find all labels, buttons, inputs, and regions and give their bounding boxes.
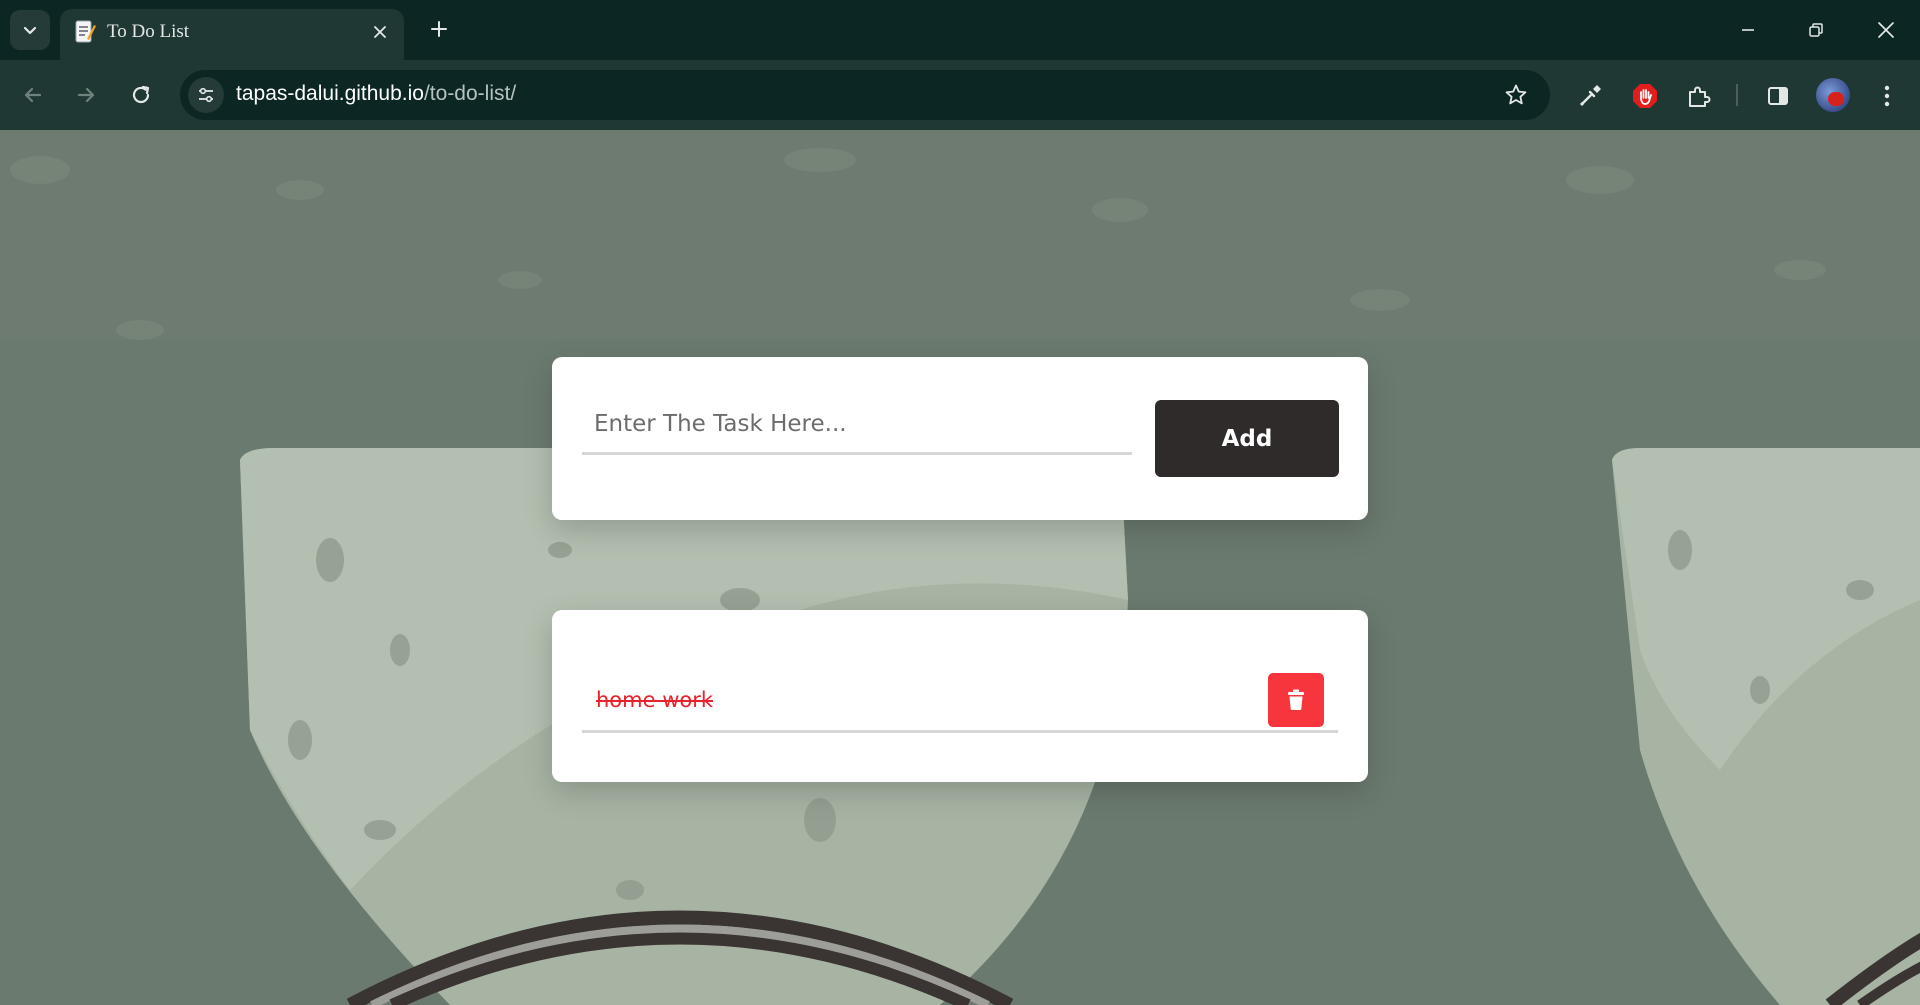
eyedropper-icon <box>1579 85 1601 107</box>
url-host: tapas-dalui.github.io <box>236 82 424 105</box>
avatar-image <box>1828 92 1844 106</box>
task-input-card: Add <box>552 357 1368 520</box>
document-favicon-icon <box>75 20 96 43</box>
puzzle-extension-icon <box>1689 86 1711 107</box>
window-close-icon <box>1878 22 1894 38</box>
window-close-button[interactable] <box>1862 10 1910 50</box>
reload-icon <box>132 85 150 104</box>
address-bar[interactable]: tapas-dalui.github.io/to-do-list/ <box>180 70 1550 120</box>
add-task-button[interactable]: Add <box>1155 400 1339 477</box>
delete-task-button[interactable] <box>1268 673 1324 727</box>
tab-search-button[interactable] <box>10 10 50 50</box>
profile-avatar[interactable] <box>1816 78 1850 112</box>
task-input[interactable] <box>582 395 1132 455</box>
forward-arrow-icon <box>77 87 95 103</box>
trash-icon <box>1288 689 1304 710</box>
task-text[interactable]: home work <box>596 688 713 712</box>
bookmark-star-button[interactable] <box>1502 81 1530 109</box>
url-text[interactable]: tapas-dalui.github.io/to-do-list/ <box>236 82 516 106</box>
restore-icon <box>1809 23 1823 37</box>
task-item[interactable]: home work <box>582 670 1338 733</box>
star-icon <box>1505 84 1527 105</box>
site-info-icon <box>199 87 213 103</box>
browser-tab-strip: To Do List <box>0 0 1920 60</box>
minimize-button[interactable] <box>1724 10 1772 50</box>
active-tab[interactable]: To Do List <box>60 9 404 60</box>
restore-button[interactable] <box>1792 10 1840 50</box>
tab-close-button[interactable] <box>368 20 392 44</box>
back-arrow-icon <box>24 87 42 103</box>
extensions-button[interactable] <box>1681 78 1717 114</box>
page-viewport: Add home work <box>0 130 1920 1005</box>
close-icon <box>374 26 386 38</box>
background-illustration <box>0 130 1920 1005</box>
toolbar-divider <box>1736 84 1738 106</box>
adblock-extension[interactable] <box>1627 78 1663 114</box>
site-info-button[interactable] <box>188 77 224 113</box>
tab-title: To Do List <box>107 21 190 42</box>
adblock-hand-icon <box>1633 84 1657 108</box>
tab-search-icon <box>23 26 37 35</box>
side-panel-icon <box>1768 87 1788 105</box>
reload-button[interactable] <box>121 75 161 115</box>
plus-icon <box>431 21 447 37</box>
more-vert-icon <box>1884 85 1890 107</box>
task-list-card: home work <box>552 610 1368 782</box>
side-panel-button[interactable] <box>1760 78 1796 114</box>
browser-toolbar: tapas-dalui.github.io/to-do-list/ <box>0 60 1920 130</box>
back-button[interactable] <box>13 75 53 115</box>
forward-button[interactable] <box>66 75 106 115</box>
browser-menu-button[interactable] <box>1869 78 1905 114</box>
url-path: /to-do-list/ <box>423 82 517 105</box>
eyedropper-extension[interactable] <box>1572 78 1608 114</box>
minimize-icon <box>1742 29 1754 31</box>
new-tab-button[interactable] <box>424 14 454 44</box>
